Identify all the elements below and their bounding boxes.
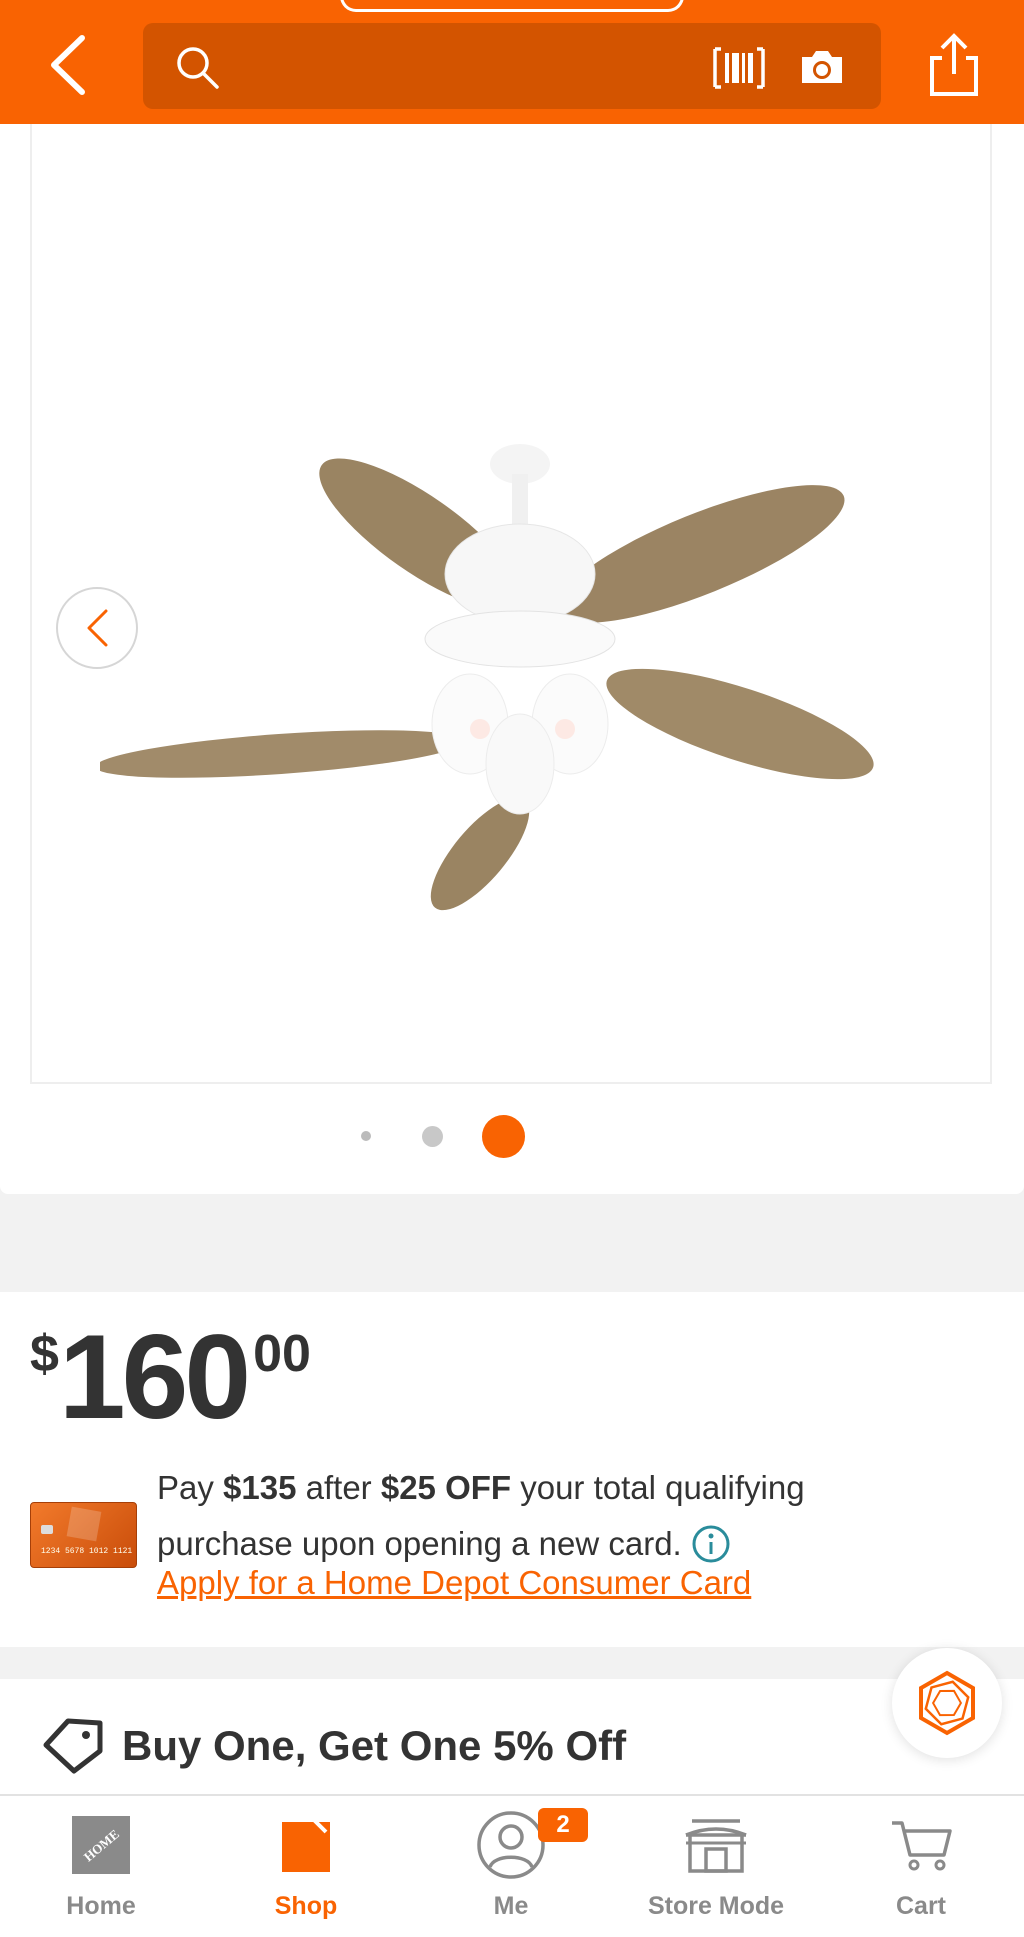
nav-me-label: Me: [493, 1892, 529, 1920]
home-depot-logo-icon: HOME: [70, 1812, 132, 1878]
share-icon: [930, 33, 978, 96]
chat-assistant-button[interactable]: [892, 1648, 1002, 1758]
product-image[interactable]: [100, 424, 900, 944]
nav-cart-label: Cart: [895, 1892, 946, 1920]
search-input[interactable]: [233, 41, 733, 91]
nav-me[interactable]: 2 Me: [421, 1808, 601, 1921]
nav-store-mode[interactable]: Store Mode: [626, 1812, 806, 1921]
product-image-gallery: [0, 124, 1024, 1194]
product-price: $ 160 00: [30, 1312, 311, 1442]
search-icon: [177, 47, 219, 89]
card-chip-icon: [41, 1525, 53, 1534]
nav-cart[interactable]: Cart: [831, 1812, 1011, 1921]
search-bar[interactable]: [143, 23, 881, 109]
dynamic-island: [340, 0, 684, 12]
barcode-scan-icon[interactable]: [711, 45, 767, 91]
top-app-bar: [0, 0, 1024, 124]
gallery-dot-2[interactable]: [422, 1126, 443, 1147]
notification-badge: 2: [538, 1808, 588, 1842]
hexagon-assistant-icon: [919, 1670, 975, 1736]
offer-line2: purchase upon opening a new card.: [157, 1525, 682, 1562]
back-button[interactable]: [38, 30, 98, 100]
share-button[interactable]: [924, 30, 984, 100]
price-currency: $: [30, 1325, 59, 1383]
info-icon[interactable]: [690, 1525, 732, 1567]
promo-banner[interactable]: Buy One, Get One 5% Off: [42, 1717, 626, 1775]
promo-section: Buy One, Get One 5% Off: [0, 1679, 1024, 1799]
nav-home[interactable]: HOME Home: [11, 1812, 191, 1921]
price-cents: 00: [253, 1325, 311, 1383]
price-section: $ 160 00 1234 5678 1012 1121 Pay $135 af…: [0, 1292, 1024, 1647]
shopping-bag-icon: [278, 1812, 334, 1878]
card-number-graphic: 1234 5678 1012 1121: [41, 1547, 133, 1556]
credit-card-image: 1234 5678 1012 1121: [30, 1502, 137, 1568]
tag-icon: [43, 1718, 103, 1774]
price-whole: 160: [58, 1310, 251, 1444]
cart-icon: [890, 1812, 952, 1878]
chevron-left-icon: [51, 35, 85, 95]
home-depot-logo-icon: [66, 1506, 102, 1542]
promo-title: Buy One, Get One 5% Off: [122, 1722, 627, 1769]
gallery-dot-1[interactable]: [361, 1131, 371, 1141]
bottom-navigation: HOME Home Shop 2 Me Store Mode Cart: [0, 1794, 1024, 1937]
offer-line1-suffix: your total qualifying: [511, 1469, 805, 1506]
store-icon: [682, 1812, 750, 1878]
offer-after: after: [296, 1469, 381, 1506]
offer-pay-amount: $135: [223, 1469, 297, 1506]
previous-image-button[interactable]: [56, 587, 138, 669]
nav-store-mode-label: Store Mode: [647, 1892, 785, 1920]
chevron-left-icon: [87, 609, 108, 647]
nav-shop[interactable]: Shop: [216, 1812, 396, 1921]
offer-discount: $25 OFF: [380, 1469, 512, 1506]
camera-icon[interactable]: [798, 47, 846, 87]
apply-consumer-card-link[interactable]: Apply for a Home Depot Consumer Card: [157, 1564, 751, 1602]
nav-home-label: Home: [66, 1892, 136, 1920]
gallery-dot-active[interactable]: [482, 1115, 525, 1158]
nav-shop-label: Shop: [274, 1892, 338, 1920]
account-icon: 2: [476, 1808, 588, 1879]
offer-pay-prefix: Pay: [157, 1469, 224, 1506]
financing-offer-text: Pay $135 after $25 OFF your total qualif…: [157, 1460, 977, 1572]
